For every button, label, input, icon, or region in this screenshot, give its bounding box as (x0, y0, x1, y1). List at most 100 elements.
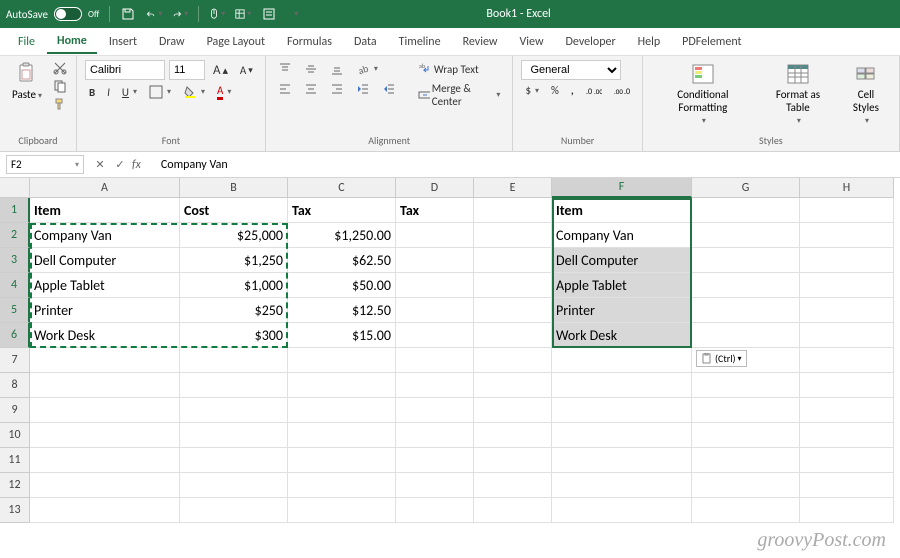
decrease-decimal-icon[interactable]: .00.0 (610, 83, 634, 99)
cell-B6[interactable]: $300 (180, 323, 288, 348)
cell-E9[interactable] (474, 398, 552, 423)
align-left-icon[interactable] (274, 80, 296, 98)
cell-A6[interactable]: Work Desk (30, 323, 180, 348)
menu-pdfelement[interactable]: PDFelement (672, 31, 751, 53)
cell-G11[interactable] (692, 448, 800, 473)
copy-icon[interactable] (52, 78, 68, 94)
menu-formulas[interactable]: Formulas (277, 31, 342, 53)
cell-G9[interactable] (692, 398, 800, 423)
cell-B2[interactable]: $25,000 (180, 223, 288, 248)
redo-icon[interactable] (172, 6, 188, 22)
bold-button[interactable]: B (85, 84, 99, 101)
cell-E12[interactable] (474, 473, 552, 498)
cell-C4[interactable]: $50.00 (288, 273, 396, 298)
menu-help[interactable]: Help (628, 31, 671, 53)
row-header-12[interactable]: 12 (0, 473, 30, 498)
col-header-B[interactable]: B (180, 178, 288, 198)
cell-H6[interactable] (800, 323, 894, 348)
enter-formula-icon[interactable]: ✓ (112, 157, 128, 173)
cell-A9[interactable] (30, 398, 180, 423)
conditional-formatting-button[interactable]: Conditional Formatting (651, 60, 755, 128)
cell-D10[interactable] (396, 423, 474, 448)
menu-insert[interactable]: Insert (99, 31, 147, 53)
cell-B7[interactable] (180, 348, 288, 373)
cell-D4[interactable] (396, 273, 474, 298)
menu-view[interactable]: View (509, 31, 553, 53)
cell-G5[interactable] (692, 298, 800, 323)
cell-G6[interactable] (692, 323, 800, 348)
font-color-button[interactable]: A (213, 82, 235, 102)
border-button[interactable] (145, 83, 175, 101)
currency-icon[interactable]: $ (521, 82, 543, 99)
cell-E8[interactable] (474, 373, 552, 398)
cell-B1[interactable]: Cost (180, 198, 288, 223)
cell-A10[interactable] (30, 423, 180, 448)
fill-color-button[interactable] (179, 83, 209, 101)
cell-E6[interactable] (474, 323, 552, 348)
wrap-text-button[interactable]: abWrap Text (414, 60, 505, 78)
percent-icon[interactable]: % (547, 82, 563, 99)
menu-home[interactable]: Home (47, 30, 97, 54)
cell-D13[interactable] (396, 498, 474, 523)
underline-button[interactable]: U (118, 84, 141, 101)
paste-options-button[interactable]: (Ctrl)▾ (696, 350, 747, 367)
cell-H9[interactable] (800, 398, 894, 423)
cell-E4[interactable] (474, 273, 552, 298)
row-header-9[interactable]: 9 (0, 398, 30, 423)
cell-H3[interactable] (800, 248, 894, 273)
cell-A1[interactable]: Item (30, 198, 180, 223)
col-header-F[interactable]: F (552, 178, 692, 198)
cell-H1[interactable] (800, 198, 894, 223)
cut-icon[interactable] (52, 60, 68, 76)
cell-B3[interactable]: $1,250 (180, 248, 288, 273)
cell-B4[interactable]: $1,000 (180, 273, 288, 298)
cell-E2[interactable] (474, 223, 552, 248)
touch-mouse-icon[interactable] (209, 6, 225, 22)
cell-C6[interactable]: $15.00 (288, 323, 396, 348)
menu-draw[interactable]: Draw (149, 31, 195, 53)
cell-D1[interactable]: Tax (396, 198, 474, 223)
cell-F1[interactable]: Item (552, 198, 692, 223)
cell-F6[interactable]: Work Desk (552, 323, 692, 348)
row-header-3[interactable]: 3 (0, 248, 30, 273)
cell-A5[interactable]: Printer (30, 298, 180, 323)
menu-data[interactable]: Data (344, 31, 387, 53)
cell-F3[interactable]: Dell Computer (552, 248, 692, 273)
cell-C7[interactable] (288, 348, 396, 373)
cell-B12[interactable] (180, 473, 288, 498)
menu-review[interactable]: Review (453, 31, 508, 53)
cell-G4[interactable] (692, 273, 800, 298)
cell-F7[interactable] (552, 348, 692, 373)
cell-A11[interactable] (30, 448, 180, 473)
cell-H11[interactable] (800, 448, 894, 473)
align-center-icon[interactable] (300, 80, 322, 98)
cell-D9[interactable] (396, 398, 474, 423)
formula-input[interactable]: Company Van (155, 156, 900, 174)
cell-A8[interactable] (30, 373, 180, 398)
cell-C2[interactable]: $1,250.00 (288, 223, 396, 248)
italic-button[interactable]: I (103, 84, 114, 101)
qat-dropdown-icon[interactable] (287, 6, 303, 22)
fx-icon[interactable]: fx (132, 158, 141, 172)
cell-D5[interactable] (396, 298, 474, 323)
cell-D2[interactable] (396, 223, 474, 248)
row-header-6[interactable]: 6 (0, 323, 30, 348)
cell-F13[interactable] (552, 498, 692, 523)
cell-E3[interactable] (474, 248, 552, 273)
cell-A4[interactable]: Apple Tablet (30, 273, 180, 298)
decrease-font-icon[interactable]: A▾ (236, 62, 257, 79)
row-header-4[interactable]: 4 (0, 273, 30, 298)
cell-D6[interactable] (396, 323, 474, 348)
cell-C11[interactable] (288, 448, 396, 473)
increase-decimal-icon[interactable]: .0.00 (582, 83, 606, 99)
row-header-11[interactable]: 11 (0, 448, 30, 473)
menu-developer[interactable]: Developer (556, 31, 626, 53)
align-right-icon[interactable] (326, 80, 348, 98)
name-box[interactable]: F2▾ (6, 155, 84, 174)
align-bottom-icon[interactable] (326, 60, 348, 78)
cell-C3[interactable]: $62.50 (288, 248, 396, 273)
cell-G1[interactable] (692, 198, 800, 223)
orientation-icon[interactable]: ab (352, 60, 382, 78)
cell-F5[interactable]: Printer (552, 298, 692, 323)
cell-E5[interactable] (474, 298, 552, 323)
